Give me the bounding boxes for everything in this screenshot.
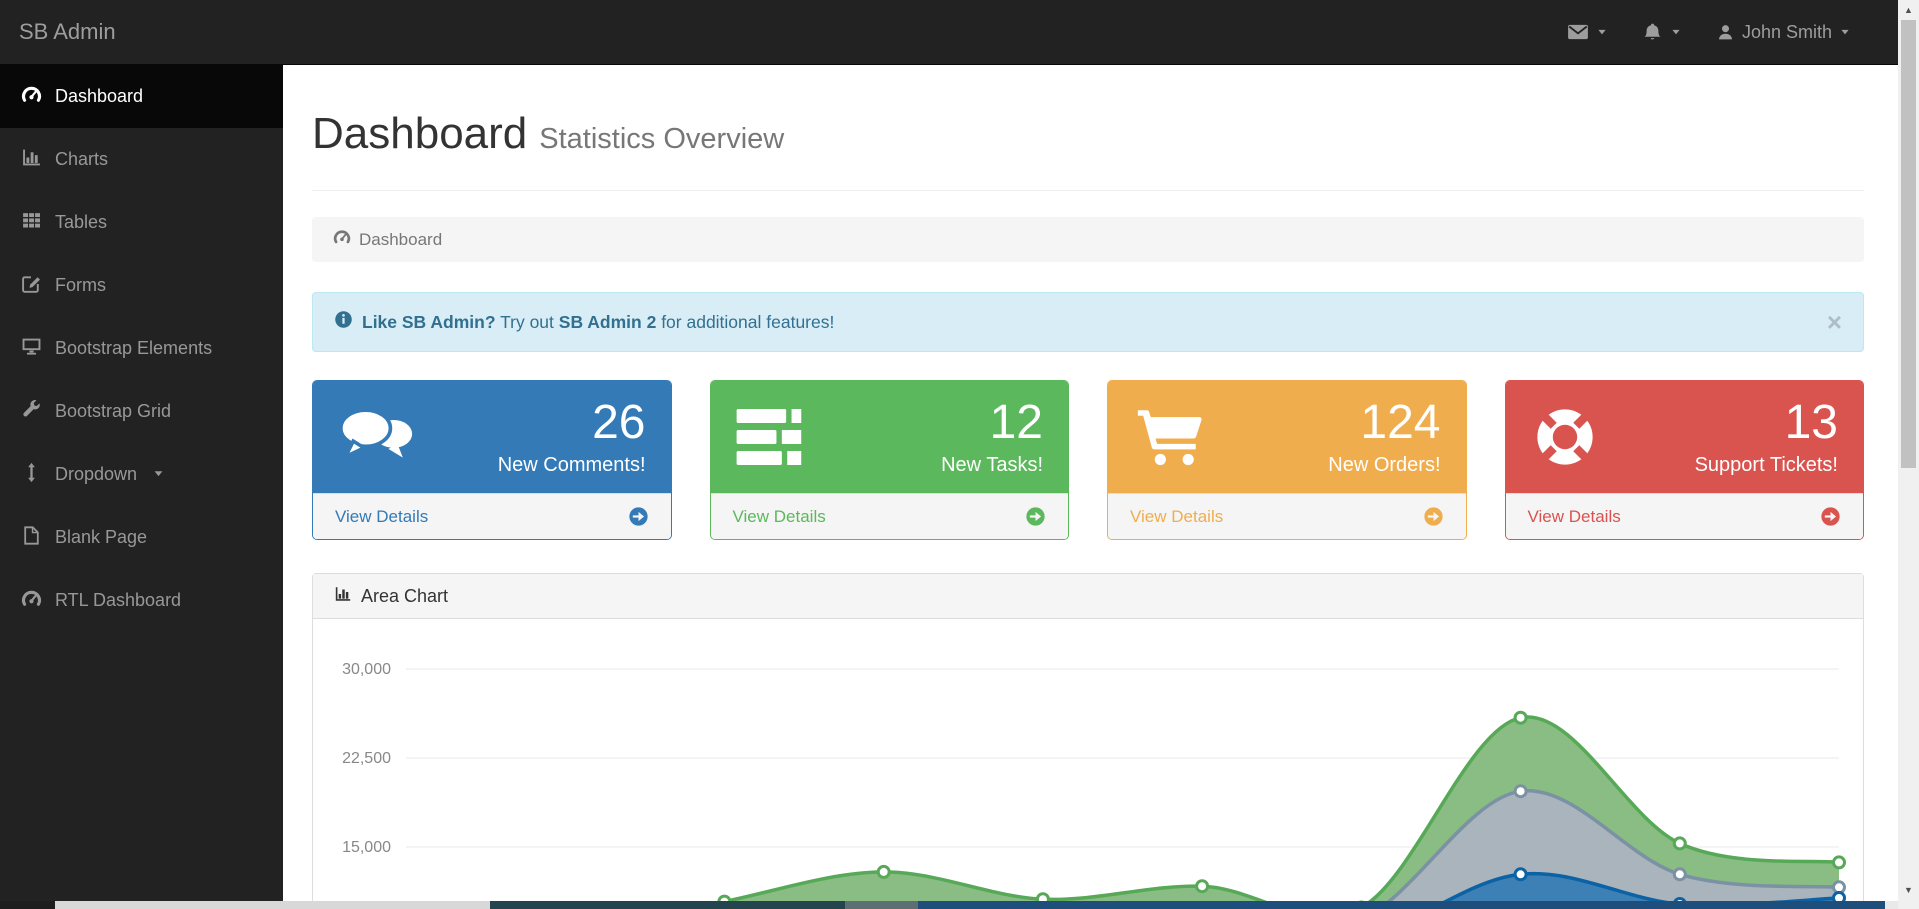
page-header: Dashboard Statistics Overview [312, 109, 1864, 191]
sidebar-item-label: Forms [55, 275, 106, 296]
svg-text:15,000: 15,000 [342, 839, 391, 856]
sidebar-item-dropdown[interactable]: Dropdown [0, 443, 283, 506]
tachometer-icon [333, 228, 351, 251]
tasks-icon [736, 409, 804, 465]
page-title: Dashboard [312, 109, 527, 158]
bar-chart-icon [21, 147, 42, 173]
bar-chart-icon [334, 585, 352, 608]
sidebar-item-label: Tables [55, 212, 107, 233]
stat-panel-new-orders-[interactable]: 124 New Orders! View Details [1107, 380, 1467, 540]
user-dropdown[interactable]: John Smith [1699, 22, 1868, 43]
sidebar-item-charts[interactable]: Charts [0, 128, 283, 191]
stat-panel-new-tasks-[interactable]: 12 New Tasks! View Details [710, 380, 1070, 540]
caret-down-icon [1596, 26, 1608, 38]
browser-viewport: SB Admin [0, 0, 1919, 909]
sidebar-nav: Dashboard Charts Tables Forms Bootstrap … [0, 65, 283, 909]
stats-row: 26 New Comments! View Details 12 New Tas… [312, 380, 1864, 540]
brand-link[interactable]: SB Admin [0, 19, 116, 45]
page-subtitle: Statistics Overview [539, 123, 784, 155]
alerts-dropdown[interactable] [1625, 22, 1699, 43]
file-icon [21, 525, 42, 551]
sidebar-item-tables[interactable]: Tables [0, 191, 283, 254]
comments-icon [338, 406, 416, 468]
view-details-link[interactable]: View Details [335, 507, 428, 527]
sidebar-item-blank-page[interactable]: Blank Page [0, 506, 283, 569]
navbar-menu: John Smith [1550, 21, 1898, 43]
arrow-circle-right-icon [628, 506, 649, 527]
view-details-link[interactable]: View Details [1130, 507, 1223, 527]
alert-close-button[interactable]: × [1827, 309, 1842, 335]
messages-dropdown[interactable] [1550, 21, 1625, 43]
caret-down-icon [1839, 26, 1851, 38]
svg-text:22,500: 22,500 [342, 750, 391, 767]
breadcrumb-item: Dashboard [359, 230, 442, 250]
sidebar-item-label: Dropdown [55, 464, 137, 485]
stat-label: New Comments! [498, 454, 646, 477]
area-chart-header: Area Chart [313, 574, 1863, 619]
arrows-v-icon [21, 462, 42, 488]
sidebar-item-label: Bootstrap Elements [55, 338, 212, 359]
top-navbar: SB Admin [0, 0, 1898, 65]
view-details-link[interactable]: View Details [1528, 507, 1621, 527]
arrow-circle-right-icon [1025, 506, 1046, 527]
arrow-circle-right-icon [1423, 506, 1444, 527]
sidebar-item-label: Charts [55, 149, 108, 170]
area-chart-panel: Area Chart 30,000 22,500 15,000 [312, 573, 1864, 909]
stat-panel-new-comments-[interactable]: 26 New Comments! View Details [312, 380, 672, 540]
info-alert: Like SB Admin? Try out SB Admin 2 for ad… [312, 292, 1864, 352]
stat-label: New Orders! [1328, 454, 1440, 477]
view-details-link[interactable]: View Details [733, 507, 826, 527]
stat-value: 124 [1328, 398, 1440, 448]
table-icon [21, 210, 42, 236]
sidebar-item-label: RTL Dashboard [55, 590, 181, 611]
stat-panel-support-tickets-[interactable]: 13 Support Tickets! View Details [1505, 380, 1865, 540]
sidebar-item-dashboard[interactable]: Dashboard [0, 65, 283, 128]
vertical-scrollbar-thumb[interactable] [1901, 20, 1916, 468]
envelope-icon [1567, 21, 1589, 43]
stat-label: New Tasks! [941, 454, 1043, 477]
sidebar-item-rtl-dashboard[interactable]: RTL Dashboard [0, 569, 283, 632]
edit-icon [21, 273, 42, 299]
stat-value: 13 [1695, 398, 1838, 448]
user-icon [1716, 23, 1735, 42]
tachometer-icon [21, 84, 42, 110]
bell-icon [1642, 22, 1663, 43]
wrench-icon [21, 399, 42, 425]
area-chart[interactable]: 30,000 22,500 15,000 [313, 619, 1863, 909]
horizontal-scrollbar[interactable] [0, 901, 1898, 909]
sidebar-item-label: Bootstrap Grid [55, 401, 171, 422]
area-chart-title: Area Chart [361, 586, 448, 607]
life-ring-icon [1531, 403, 1599, 471]
stat-value: 26 [498, 398, 646, 448]
sidebar-item-label: Dashboard [55, 86, 143, 107]
info-circle-icon [334, 310, 353, 334]
stat-value: 12 [941, 398, 1043, 448]
breadcrumb: Dashboard [312, 217, 1864, 262]
user-name: John Smith [1742, 22, 1832, 43]
caret-down-icon [150, 464, 165, 485]
tachometer-icon [21, 588, 42, 614]
sidebar-item-label: Blank Page [55, 527, 147, 548]
sidebar-item-bootstrap-elements[interactable]: Bootstrap Elements [0, 317, 283, 380]
vertical-scrollbar[interactable]: ▲ ▼ [1898, 0, 1919, 909]
sidebar-item-bootstrap-grid[interactable]: Bootstrap Grid [0, 380, 283, 443]
svg-text:30,000: 30,000 [342, 661, 391, 678]
caret-down-icon [1670, 26, 1682, 38]
stat-label: Support Tickets! [1695, 454, 1838, 477]
desktop-icon [21, 336, 42, 362]
scroll-down-button[interactable]: ▼ [1898, 880, 1919, 899]
main-content: Dashboard Statistics Overview Dashboard L… [283, 65, 1898, 909]
sidebar-item-forms[interactable]: Forms [0, 254, 283, 317]
sb-admin-2-link[interactable]: SB Admin 2 [559, 312, 657, 332]
alert-text: Like SB Admin? Try out SB Admin 2 for ad… [362, 312, 834, 333]
scroll-up-button[interactable]: ▲ [1898, 0, 1919, 19]
cart-icon [1133, 407, 1207, 467]
arrow-circle-right-icon [1820, 506, 1841, 527]
